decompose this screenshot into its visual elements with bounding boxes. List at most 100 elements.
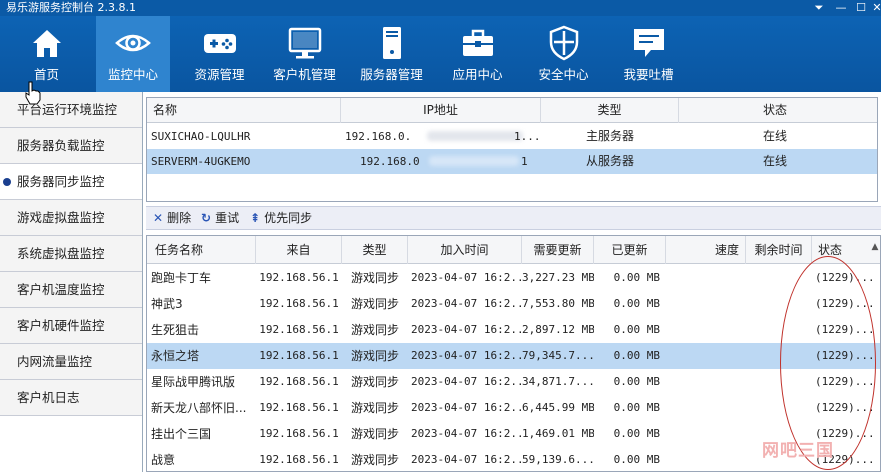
gamepad-icon	[203, 34, 236, 53]
task-from: 192.168.56.1	[259, 453, 339, 466]
task-row[interactable]: 永恒之塔 192.168.56.1 游戏同步 2023-04-07 16:2... 79…	[147, 343, 880, 369]
sidebar-item-client-temp[interactable]: 客户机温度监控	[0, 272, 142, 308]
task-toolbar: ✕ 删除 ↻ 重试 ⇞ 优先同步	[146, 206, 881, 230]
sidebar-item-lan-traffic[interactable]: 内网流量监控	[0, 344, 142, 380]
main-nav-bar: 首页 监控中心 资源管理 客户机管理 服务器管理 应用中心 安全中心 我要吐槽	[0, 16, 881, 92]
task-speed	[666, 421, 746, 447]
task-speed	[666, 395, 746, 421]
sidebar-item-system-vdisk[interactable]: 系统虚拟盘监控	[0, 236, 142, 272]
task-status: (1229)...	[815, 323, 875, 336]
delete-button[interactable]: ✕ 删除	[153, 207, 191, 229]
sidebar-item-server-sync[interactable]: 服务器同步监控	[0, 164, 142, 200]
column-header-from[interactable]: 来自	[256, 236, 342, 264]
task-need-update: 7,553.80 MB	[522, 297, 594, 310]
task-updated: 0.00 MB	[613, 323, 660, 336]
delete-icon: ✕	[153, 211, 164, 225]
watermark-logo: 网吧三国	[762, 441, 834, 461]
sidebar-item-game-vdisk[interactable]: 游戏虚拟盘监控	[0, 200, 142, 236]
server-ip: 192.168.0	[360, 155, 420, 168]
server-type: 主服务器	[585, 129, 634, 143]
column-header-updated[interactable]: 已更新	[594, 236, 666, 264]
sidebar-item-client-log[interactable]: 客户机日志	[0, 380, 142, 416]
task-need-update: 34,871.7...	[522, 375, 594, 388]
nav-home[interactable]: 首页	[0, 16, 93, 92]
task-updated: 0.00 MB	[613, 375, 660, 388]
task-updated: 0.00 MB	[613, 427, 660, 440]
sidebar-item-label: 服务器同步监控	[17, 174, 105, 189]
nav-resource-management[interactable]: 资源管理	[182, 16, 257, 92]
task-remaining	[746, 343, 812, 369]
active-dot-icon	[3, 178, 11, 186]
server-ip: 192.168.0.	[345, 130, 412, 143]
task-row[interactable]: 神武3 192.168.56.1 游戏同步 2023-04-07 16:2... 7,5…	[147, 291, 880, 317]
task-join-time: 2023-04-07 16:2...	[411, 375, 523, 388]
server-name: SERVERM-4UGKEMO	[151, 155, 251, 168]
minimize-button[interactable]: —	[832, 0, 850, 16]
eye-icon	[115, 34, 151, 52]
task-type: 游戏同步	[350, 349, 399, 363]
server-row[interactable]: SUXICHAO-LQULHR 192.168.0. 1... 主服务器 在线	[147, 124, 877, 149]
column-header-name[interactable]: 名称	[147, 98, 341, 123]
nav-monitor-center[interactable]: 监控中心	[96, 16, 170, 92]
nav-server-management[interactable]: 服务器管理	[354, 16, 429, 92]
priority-sync-button[interactable]: ⇞ 优先同步	[250, 207, 312, 229]
retry-button[interactable]: ↻ 重试	[201, 207, 239, 229]
nav-security-center[interactable]: 安全中心	[526, 16, 601, 92]
sidebar-item-platform-env[interactable]: 平台运行环境监控	[0, 92, 142, 128]
retry-icon: ↻	[201, 211, 212, 225]
column-header-status[interactable]: 状态	[679, 98, 871, 123]
task-join-time: 2023-04-07 16:2...	[411, 349, 523, 362]
scroll-up-arrow-icon[interactable]: ▲	[869, 240, 881, 254]
column-header-need-update[interactable]: 需要更新	[522, 236, 594, 264]
task-name: 跑跑卡丁车	[151, 271, 212, 285]
task-join-time: 2023-04-07 16:2...	[411, 297, 523, 310]
server-row[interactable]: SERVERM-4UGKEMO 192.168.0 1 从服务器 在线	[147, 149, 877, 174]
nav-label: 客户机管理	[273, 67, 336, 82]
column-header-task-name[interactable]: 任务名称	[147, 236, 256, 264]
task-name: 生死狙击	[151, 323, 200, 337]
dropdown-menu-icon[interactable]: ⏷	[810, 0, 828, 16]
sidebar-item-client-hardware[interactable]: 客户机硬件监控	[0, 308, 142, 344]
task-status: (1229)...	[815, 297, 875, 310]
task-type: 游戏同步	[350, 427, 399, 441]
task-type: 游戏同步	[350, 375, 399, 389]
task-need-update: 79,345.7...	[522, 349, 594, 362]
nav-feedback[interactable]: 我要吐槽	[611, 16, 686, 92]
column-header-join-time[interactable]: 加入时间	[408, 236, 522, 264]
server-table-header: 名称 IP地址 类型 状态	[147, 98, 877, 123]
nav-client-management[interactable]: 客户机管理	[267, 16, 342, 92]
task-need-update: 3,227.23 MB	[522, 271, 594, 284]
column-header-status[interactable]: 状态	[812, 236, 870, 264]
column-header-type[interactable]: 类型	[541, 98, 679, 123]
task-from: 192.168.56.1	[259, 323, 339, 336]
column-header-remaining[interactable]: 剩余时间	[746, 236, 812, 264]
sidebar-item-server-load[interactable]: 服务器负载监控	[0, 128, 142, 164]
task-updated: 0.00 MB	[613, 453, 660, 466]
task-row[interactable]: 新天龙八部怀旧... 192.168.56.1 游戏同步 2023-04-07 16:…	[147, 395, 880, 421]
column-header-ip[interactable]: IP地址	[341, 98, 541, 123]
task-status: (1229)...	[815, 349, 875, 362]
task-row[interactable]: 星际战甲腾讯版 192.168.56.1 游戏同步 2023-04-07 16:2..…	[147, 369, 880, 395]
sidebar-item-label: 系统虚拟盘监控	[17, 246, 105, 261]
task-remaining	[746, 317, 812, 343]
monitor-icon	[288, 27, 321, 59]
retry-label: 重试	[215, 211, 240, 225]
close-button[interactable]: ✕	[868, 0, 881, 16]
task-status: (1229)...	[815, 271, 875, 284]
column-header-speed[interactable]: 速度	[666, 236, 746, 264]
task-row[interactable]: 生死狙击 192.168.56.1 游戏同步 2023-04-07 16:2... 2,…	[147, 317, 880, 343]
home-icon	[32, 30, 61, 57]
task-table-header: 任务名称 来自 类型 加入时间 需要更新 已更新 速度 剩余时间 状态	[147, 236, 880, 264]
task-name: 挂出个三国	[151, 427, 212, 441]
column-header-type[interactable]: 类型	[342, 236, 408, 264]
task-speed	[666, 291, 746, 317]
task-join-time: 2023-04-07 16:2...	[411, 427, 523, 440]
task-need-update: 1,469.01 MB	[522, 427, 594, 440]
priority-icon: ⇞	[250, 211, 261, 225]
task-need-update: 59,139.6...	[522, 453, 594, 466]
task-row[interactable]: 跑跑卡丁车 192.168.56.1 游戏同步 2023-04-07 16:2... 3…	[147, 265, 880, 291]
task-name: 战意	[151, 453, 176, 467]
priority-label: 优先同步	[264, 211, 313, 225]
sidebar: 平台运行环境监控 服务器负载监控 服务器同步监控 游戏虚拟盘监控 系统虚拟盘监控…	[0, 92, 143, 472]
nav-app-center[interactable]: 应用中心	[440, 16, 515, 92]
